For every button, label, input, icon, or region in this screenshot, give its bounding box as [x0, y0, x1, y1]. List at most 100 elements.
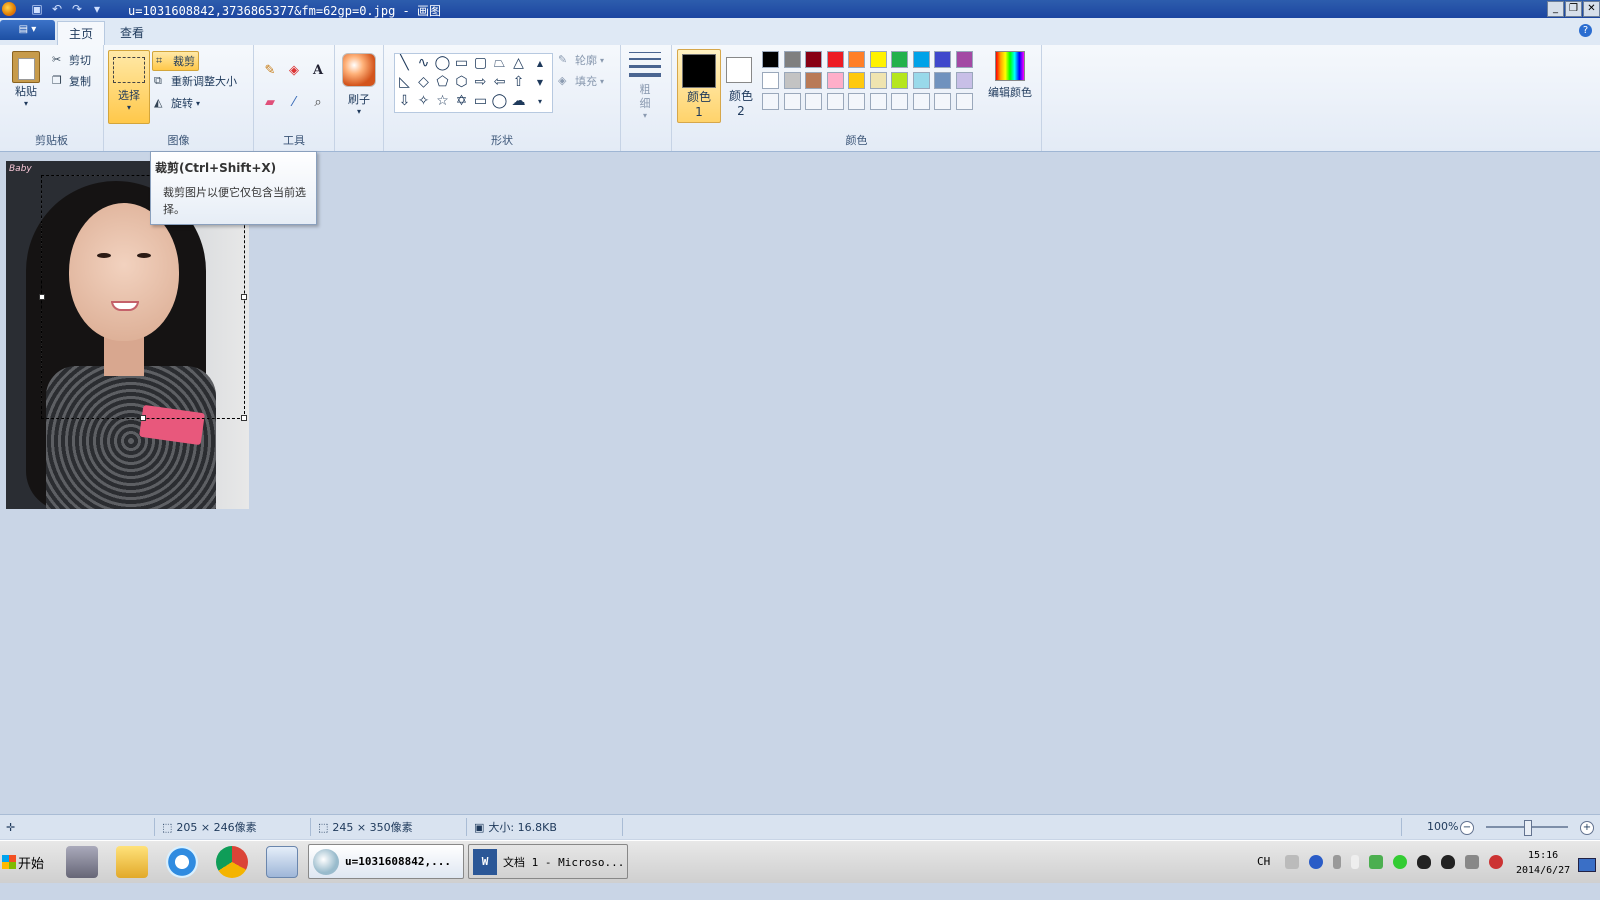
- down-arrow-shape-icon[interactable]: ⇩: [395, 92, 414, 111]
- close-button[interactable]: ✕: [1583, 1, 1600, 17]
- shapes-more-icon[interactable]: ▾: [533, 92, 547, 111]
- palette-swatch[interactable]: [912, 93, 930, 110]
- zoom-in-button[interactable]: +: [1580, 821, 1594, 835]
- help-tray-icon[interactable]: [1309, 855, 1323, 869]
- palette-swatch[interactable]: [912, 72, 930, 89]
- zoom-slider-thumb[interactable]: [1524, 820, 1532, 836]
- shapes-scroll-down-icon[interactable]: ▼: [533, 73, 547, 92]
- palette-swatch[interactable]: [912, 51, 930, 68]
- six-point-star-shape-icon[interactable]: ✡: [452, 92, 471, 111]
- diamond-shape-icon[interactable]: ◇: [414, 73, 433, 92]
- palette-swatch[interactable]: [848, 51, 865, 68]
- palette-swatch[interactable]: [934, 51, 951, 68]
- palette-swatch[interactable]: [955, 51, 973, 68]
- copy-button[interactable]: ❐ 复制: [52, 73, 91, 89]
- palette-swatch[interactable]: [934, 72, 951, 89]
- tab-view[interactable]: 查看: [109, 21, 155, 45]
- show-desktop-button[interactable]: [1578, 858, 1596, 872]
- qq-icon-2[interactable]: [1441, 855, 1455, 869]
- palette-swatch[interactable]: [826, 51, 844, 68]
- network-icon[interactable]: [1465, 855, 1479, 869]
- help-icon[interactable]: ?: [1579, 24, 1592, 37]
- polygon-shape-icon[interactable]: ⏢: [490, 54, 509, 73]
- palette-swatch[interactable]: [826, 72, 844, 89]
- selection-handle-bottom[interactable]: [140, 415, 146, 421]
- taskbar-word-task[interactable]: W 文档 1 - Microso...: [468, 844, 628, 879]
- color2-button[interactable]: 颜色 2: [720, 49, 762, 121]
- hexagon-shape-icon[interactable]: ⬡: [452, 73, 471, 92]
- shapes-scroll-up-icon[interactable]: ▲: [533, 54, 547, 73]
- paint-app-icon[interactable]: [2, 2, 16, 16]
- start-button[interactable]: 开始: [2, 847, 48, 877]
- magnifier-icon[interactable]: ⌕: [308, 93, 328, 113]
- outline-button[interactable]: ✎ 轮廓 ▾: [558, 52, 604, 68]
- palette-swatch[interactable]: [783, 72, 801, 89]
- eraser-icon[interactable]: ▰: [260, 93, 280, 113]
- selection-handle-corner[interactable]: [241, 415, 247, 421]
- selection-handle-left[interactable]: [39, 294, 45, 300]
- palette-swatch[interactable]: [955, 72, 973, 89]
- qq-icon[interactable]: [1417, 855, 1431, 869]
- palette-swatch[interactable]: [869, 93, 887, 110]
- taskbar-paint-task[interactable]: u=1031608842,...: [308, 844, 464, 879]
- palette-swatch[interactable]: [848, 93, 865, 110]
- clock[interactable]: 15:16 2014/6/27: [1516, 848, 1570, 878]
- palette-swatch[interactable]: [762, 51, 779, 68]
- right-triangle-shape-icon[interactable]: ◺: [395, 73, 414, 92]
- calculator-icon[interactable]: [266, 846, 298, 878]
- green-plus-icon[interactable]: [1393, 855, 1407, 869]
- four-point-star-shape-icon[interactable]: ✧: [414, 92, 433, 111]
- triangle-shape-icon[interactable]: △: [509, 54, 528, 73]
- text-icon[interactable]: A: [308, 61, 328, 81]
- palette-swatch[interactable]: [934, 93, 951, 110]
- palette-swatch[interactable]: [869, 72, 887, 89]
- oval-shape-icon[interactable]: ◯: [433, 54, 452, 73]
- palette-swatch[interactable]: [762, 93, 779, 110]
- brushes-button[interactable]: 刷子 ▾: [341, 53, 377, 116]
- oval-callout-shape-icon[interactable]: ◯: [490, 92, 509, 111]
- palette-swatch[interactable]: [891, 93, 908, 110]
- chrome-icon[interactable]: [216, 846, 248, 878]
- resize-button[interactable]: ⧉ 重新调整大小: [154, 73, 237, 89]
- volume-muted-icon[interactable]: [1489, 855, 1503, 869]
- color-picker-icon[interactable]: ⁄: [284, 93, 304, 113]
- input-language[interactable]: CH: [1257, 855, 1270, 868]
- edit-colors-button[interactable]: 编辑颜色: [984, 51, 1036, 100]
- palette-swatch[interactable]: [891, 72, 908, 89]
- fill-icon[interactable]: ◈: [284, 61, 304, 81]
- up-arrow-shape-icon[interactable]: ⇧: [509, 73, 528, 92]
- five-point-star-shape-icon[interactable]: ☆: [433, 92, 452, 111]
- ime-options-icon[interactable]: [1333, 855, 1341, 869]
- palette-swatch[interactable]: [783, 51, 801, 68]
- palette-swatch[interactable]: [891, 51, 908, 68]
- palette-swatch[interactable]: [955, 93, 973, 110]
- fill-button[interactable]: ◈ 填充 ▾: [558, 73, 604, 89]
- curve-shape-icon[interactable]: ∿: [414, 54, 433, 73]
- rounded-rectangle-shape-icon[interactable]: ▢: [471, 54, 490, 73]
- rectangle-shape-icon[interactable]: ▭: [452, 54, 471, 73]
- restore-button[interactable]: ❐: [1565, 1, 1582, 17]
- left-arrow-shape-icon[interactable]: ⇦: [490, 73, 509, 92]
- palette-swatch[interactable]: [805, 93, 822, 110]
- computer-icon[interactable]: [66, 846, 98, 878]
- select-button[interactable]: 选择 ▾: [108, 50, 150, 124]
- save-icon[interactable]: ▣: [30, 2, 44, 16]
- line-shape-icon[interactable]: ╲: [395, 54, 414, 73]
- palette-swatch[interactable]: [848, 72, 865, 89]
- palette-swatch[interactable]: [762, 72, 779, 89]
- canvas-area[interactable]: Baby: [0, 152, 1600, 834]
- security-shield-icon[interactable]: [1369, 855, 1383, 869]
- color1-button[interactable]: 颜色 1: [677, 49, 721, 123]
- undo-icon[interactable]: ↶: [50, 2, 64, 16]
- palette-swatch[interactable]: [805, 51, 822, 68]
- cut-button[interactable]: ✂ 剪切: [52, 52, 91, 68]
- tab-home[interactable]: 主页: [57, 21, 106, 46]
- minimize-button[interactable]: _: [1547, 1, 1564, 17]
- paste-button[interactable]: 粘贴 ▾: [6, 51, 46, 108]
- pentagon-shape-icon[interactable]: ⬠: [433, 73, 452, 92]
- paint-menu-button[interactable]: ▤ ▾: [0, 20, 55, 40]
- qat-dropdown-icon[interactable]: ▾: [90, 2, 104, 16]
- palette-swatch[interactable]: [869, 51, 887, 68]
- rect-callout-shape-icon[interactable]: ▭: [471, 92, 490, 111]
- redo-icon[interactable]: ↷: [70, 2, 84, 16]
